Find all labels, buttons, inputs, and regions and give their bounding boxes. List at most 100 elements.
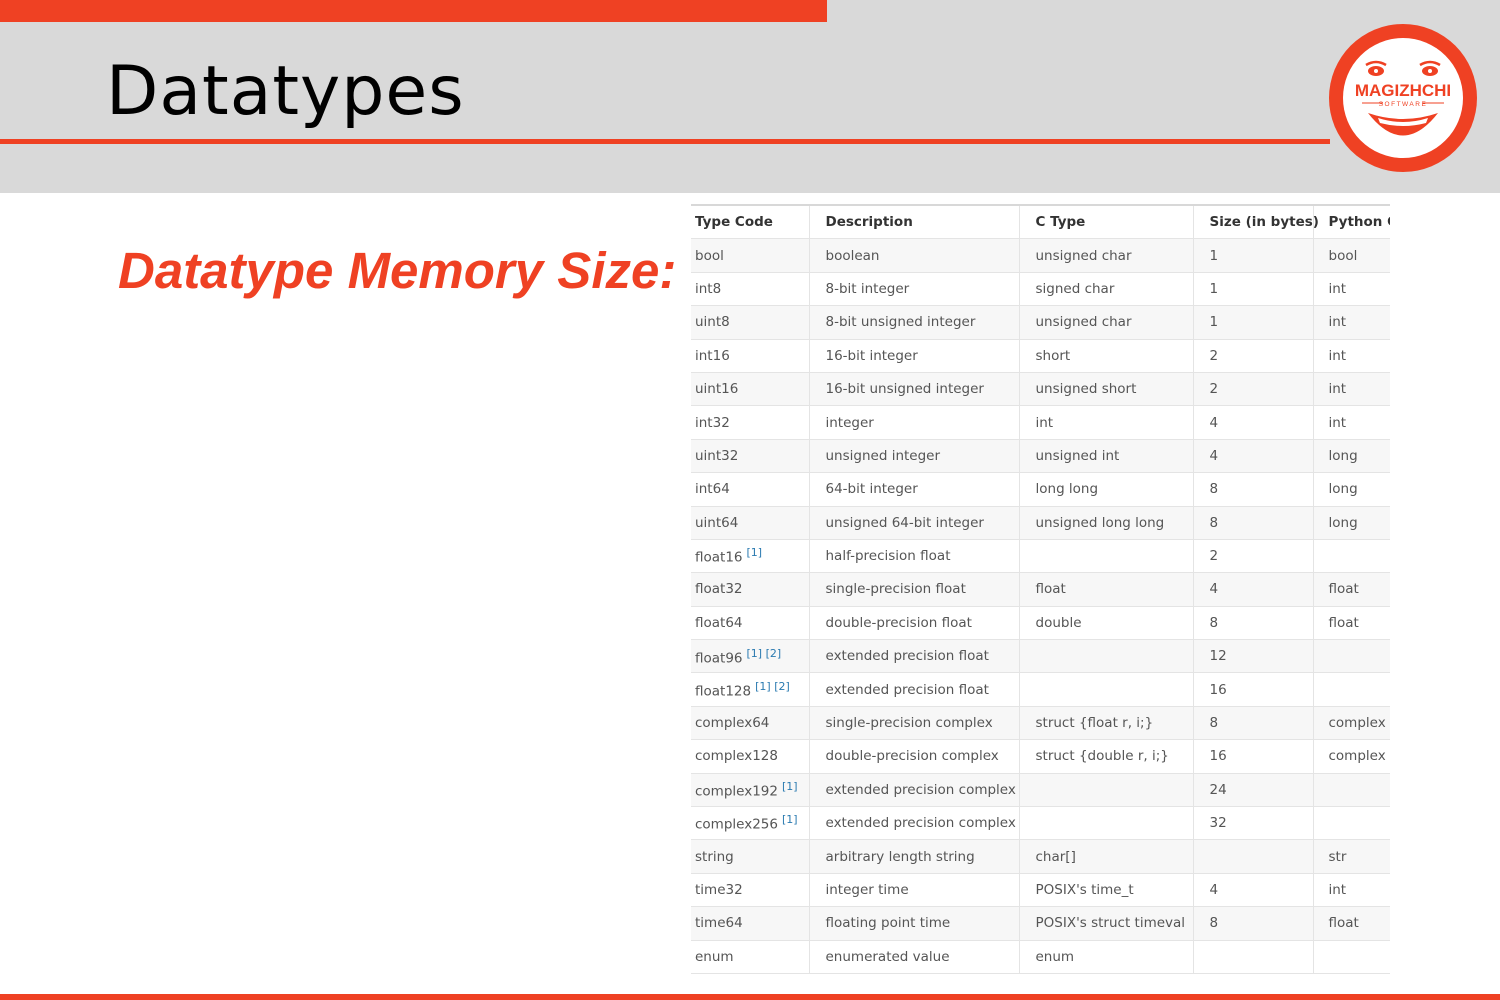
table-row: enum enumerated value enum [691,940,1390,974]
table-row: time64 floating point time POSIX's struct … [691,906,1390,941]
cell-type-code: uint32 [691,439,810,474]
cell-type-code-text: float64 [695,614,743,631]
cell-c-type [1019,672,1194,707]
cell-python-text: float [1328,614,1359,631]
cell-c-type: unsigned int [1019,439,1194,474]
cell-c-type: double [1019,606,1194,641]
cell-size: 24 [1193,773,1314,808]
cell-size: 2 [1193,372,1314,407]
cell-size: 12 [1193,639,1314,674]
cell-size-text: 4 [1209,414,1219,431]
cell-type-code: float32 [691,572,810,607]
cell-c-type-text: unsigned char [1035,247,1132,264]
table-body: bool boolean unsigned char 1 bool int8 8-bit i… [691,238,1390,974]
cell-type-code-text: float96 [695,650,743,667]
cell-description-text: double-precision complex [825,748,999,765]
cell-type-code-text: uint8 [695,314,730,331]
footnote-ref-link[interactable]: [1] [2] [755,680,790,693]
cell-python: int [1313,405,1390,440]
cell-size: 2 [1193,539,1314,574]
cell-size: 1 [1193,272,1314,307]
cell-type-code: int8 [691,272,810,307]
cell-type-code-text: enum [695,948,734,965]
footnote-ref-link[interactable]: [1] [782,813,798,826]
cell-python: complex [1313,739,1390,774]
table-row: bool boolean unsigned char 1 bool [691,238,1390,273]
footnote-ref-link[interactable]: [1] [2] [747,647,782,660]
cell-size-text: 32 [1209,815,1227,832]
table-row: uint8 8-bit unsigned integer unsigned char… [691,305,1390,340]
cell-python: long [1313,472,1390,507]
header-c-type: C Type [1019,206,1194,240]
cell-description-text: single-precision complex [825,715,993,732]
cell-description-text: integer [825,414,874,431]
cell-description-text: extended precision complex [825,815,1016,832]
table-row: int32 integer int 4 int [691,405,1390,440]
cell-size-text: 8 [1209,715,1219,732]
cell-c-type [1019,639,1194,674]
cell-type-code-text: complex256 [695,816,778,833]
cell-description: single-precision complex [809,706,1020,741]
cell-description: extended precision float [809,639,1020,674]
top-accent-bar [0,0,827,22]
cell-size-text: 2 [1209,347,1219,364]
cell-python-text: float [1328,581,1359,598]
table-header-row: Type Code Description C Type Size (in by… [691,206,1390,240]
cell-type-code: int16 [691,339,810,373]
cell-python-text: int [1328,280,1347,297]
cell-size-text: 16 [1209,748,1227,765]
cell-type-code-text: string [695,848,734,865]
cell-c-type-text: signed char [1035,280,1115,297]
cell-size: 4 [1193,572,1314,607]
cell-c-type-text: char[] [1035,848,1076,865]
cell-description-text: 8-bit integer [825,280,910,297]
cell-description-text: 64-bit integer [825,481,918,498]
cell-c-type-text: struct {float r, i;} [1035,715,1154,732]
cell-size: 8 [1193,506,1314,540]
cell-type-code: complex192 [1] [691,773,810,808]
cell-python: int [1313,305,1390,340]
cell-type-code: uint8 [691,305,810,340]
table-row: string arbitrary length string char[] str [691,839,1390,874]
footnote-ref-link[interactable]: [1] [782,780,798,793]
table-row: float64 double-precision float double 8 floa… [691,606,1390,641]
table-row: float16 [1] half-precision float 2 [691,539,1390,574]
cell-type-code: complex128 [691,739,810,774]
cell-type-code: float96 [1] [2] [691,639,810,674]
cell-type-code: int32 [691,405,810,440]
table-row: complex128 double-precision complex struct… [691,739,1390,774]
cell-size: 4 [1193,873,1314,908]
cell-c-type-text: POSIX's time_t [1035,882,1134,898]
cell-c-type-text: struct {double r, i;} [1035,748,1169,765]
cell-size: 4 [1193,405,1314,440]
cell-python [1313,940,1390,974]
cell-type-code: time64 [691,906,810,941]
cell-size: 8 [1193,606,1314,641]
cell-size [1193,940,1314,974]
cell-size-text: 8 [1209,481,1219,498]
cell-description: extended precision float [809,672,1020,707]
cell-python-text: str [1328,848,1347,865]
cell-c-type-text: unsigned int [1035,447,1120,464]
section-subtitle: Datatype Memory Size: [118,242,677,299]
cell-size: 8 [1193,706,1314,741]
cell-type-code: complex64 [691,706,810,741]
header-type-code: Type Code [691,206,810,240]
cell-python-text: complex [1328,715,1386,732]
cell-description: enumerated value [809,940,1020,974]
cell-size-text: 4 [1209,447,1219,464]
cell-c-type: unsigned char [1019,305,1194,340]
cell-size: 16 [1193,739,1314,774]
cell-type-code: float16 [1] [691,539,810,574]
cell-type-code: bool [691,238,810,273]
cell-size: 8 [1193,906,1314,941]
title-underline [0,139,1330,144]
cell-python [1313,773,1390,808]
cell-size-text: 2 [1209,381,1219,398]
cell-python-text: int [1328,314,1347,331]
cell-description: extended precision complex [809,773,1020,808]
footnote-ref-link[interactable]: [1] [747,546,763,559]
cell-c-type: unsigned short [1019,372,1194,407]
cell-python-text: long [1328,447,1358,464]
cell-c-type-text: long long [1035,481,1099,498]
